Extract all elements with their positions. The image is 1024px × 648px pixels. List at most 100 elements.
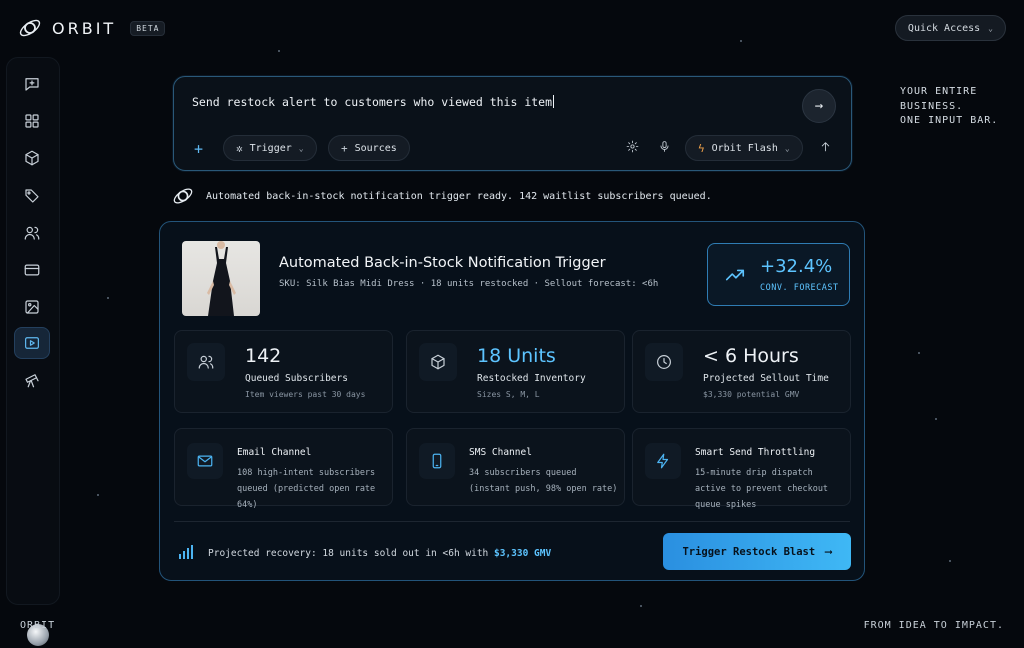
model-selector[interactable]: ϟ Orbit Flash ⌄ <box>685 135 803 161</box>
stat-label: Restocked Inventory <box>477 373 586 384</box>
icon-box <box>187 343 225 381</box>
settings-icon <box>626 140 639 153</box>
microphone-button[interactable] <box>658 140 671 156</box>
stat-value: < 6 Hours <box>703 345 799 367</box>
telescope-icon <box>25 374 39 388</box>
trigger-dropdown[interactable]: ✲ Trigger ⌄ <box>223 135 317 161</box>
tagline-line: YOUR ENTIRE <box>900 86 978 97</box>
sidebar-item-customers[interactable] <box>14 217 50 249</box>
arrow-right-icon: ⟶ <box>825 545 832 558</box>
star <box>949 560 951 562</box>
channel-title: Smart Send Throttling <box>695 447 816 458</box>
stat-label: Queued Subscribers <box>245 373 348 384</box>
sidebar-item-media[interactable] <box>14 291 50 323</box>
command-input-bar: Send restock alert to customers who view… <box>173 76 852 171</box>
prompt-input[interactable]: Send restock alert to customers who view… <box>192 95 555 109</box>
play-icon <box>25 337 39 349</box>
sources-label: Sources <box>354 142 397 154</box>
sidebar-item-tags[interactable] <box>14 180 50 212</box>
text-caret <box>553 95 555 108</box>
orbit-logo-icon <box>173 188 193 204</box>
sources-button[interactable]: + Sources <box>328 135 410 161</box>
stat-detail: $3,330 potential GMV <box>703 390 800 399</box>
hero-tagline: YOUR ENTIRE BUSINESS. ONE INPUT BAR. <box>900 85 998 129</box>
stat-value: 142 <box>245 345 282 367</box>
cube-icon <box>25 150 39 166</box>
icon-box <box>645 343 683 381</box>
star <box>278 50 280 52</box>
microphone-icon <box>660 141 669 152</box>
channel-description: 15-minute drip dispatch active to preven… <box>695 468 829 510</box>
sidebar-item-payments[interactable] <box>14 254 50 286</box>
quick-access-button[interactable]: Quick Access ⌄ <box>894 15 1006 41</box>
cube-icon <box>431 354 445 370</box>
prompt-text: Send restock alert to customers who view… <box>192 95 553 109</box>
grid-icon <box>25 114 39 128</box>
clock-icon <box>657 355 671 369</box>
card-title: Automated Back-in-Stock Notification Tri… <box>279 255 606 271</box>
add-attachment-button[interactable]: + <box>194 140 203 158</box>
submit-up-button[interactable] <box>819 140 832 156</box>
sidebar-item-dashboard[interactable] <box>14 105 50 137</box>
star <box>640 605 642 607</box>
projection-label: Projected recovery: 18 units sold out in… <box>208 548 494 559</box>
stat-detail: Sizes S, M, L <box>477 390 540 399</box>
gear-icon: ✲ <box>236 141 243 155</box>
mail-icon <box>197 455 213 467</box>
sidebar-item-products[interactable] <box>14 142 50 174</box>
star <box>935 418 937 420</box>
brand[interactable]: ORBIT BETA <box>18 16 166 40</box>
product-image <box>182 241 260 316</box>
arrow-right-icon: → <box>814 98 824 114</box>
sidebar-item-explore[interactable] <box>14 364 50 396</box>
channel-description: 108 high-intent subscribers queued (pred… <box>237 468 376 510</box>
users-icon <box>198 355 214 369</box>
tag-icon <box>25 189 39 203</box>
channel-title: SMS Channel <box>469 447 532 458</box>
icon-box <box>419 343 457 381</box>
bolt-icon <box>657 453 669 469</box>
status-line: Automated back-in-stock notification tri… <box>172 185 712 207</box>
plus-icon: + <box>194 140 204 158</box>
arrow-up-icon <box>821 142 830 152</box>
lightning-icon: ϟ <box>698 141 705 155</box>
orbit-logo-icon <box>19 19 41 37</box>
channel-card-email: Email Channel 108 high-intent subscriber… <box>174 428 393 510</box>
chat-plus-icon <box>25 78 39 91</box>
channel-card-throttling: Smart Send Throttling 15-minute drip dis… <box>632 428 851 510</box>
stat-value: 18 Units <box>477 345 556 367</box>
send-button[interactable]: → <box>802 89 836 123</box>
icon-box <box>645 443 681 479</box>
beta-badge: BETA <box>130 20 166 36</box>
brand-name: ORBIT <box>52 18 117 38</box>
divider <box>174 521 850 522</box>
icon-box <box>419 443 455 479</box>
star <box>107 297 109 299</box>
sidebar <box>6 57 60 646</box>
tagline-line: BUSINESS. <box>900 100 964 112</box>
channel-card-sms: SMS Channel 34 subscribers queued (insta… <box>406 428 625 506</box>
conversion-value: +32.4% <box>760 256 833 277</box>
chevron-down-icon: ⌄ <box>298 143 304 153</box>
channel-title: Email Channel <box>237 447 312 458</box>
trigger-button-label: Trigger Restock Blast <box>682 545 816 558</box>
image-icon <box>25 300 39 314</box>
tagline-line: ONE INPUT BAR. <box>900 115 999 126</box>
status-message: Automated back-in-stock notification tri… <box>206 190 712 202</box>
stat-card-sellout: < 6 Hours Projected Sellout Time $3,330 … <box>632 330 851 413</box>
settings-button[interactable] <box>626 140 639 156</box>
star <box>918 352 920 354</box>
trending-up-icon <box>725 269 745 281</box>
card-subtitle: SKU: Silk Bias Midi Dress · 18 units res… <box>279 279 659 289</box>
footer-tagline: FROM IDEA TO IMPACT. <box>863 620 1004 631</box>
sidebar-item-chat[interactable] <box>14 68 50 100</box>
chevron-down-icon: ⌄ <box>784 143 790 153</box>
phone-icon <box>432 453 442 469</box>
card-icon <box>24 264 40 276</box>
chevron-down-icon: ⌄ <box>988 23 993 33</box>
trigger-restock-blast-button[interactable]: Trigger Restock Blast ⟶ <box>663 533 851 570</box>
sidebar-item-automations[interactable] <box>14 327 50 359</box>
stat-card-inventory: 18 Units Restocked Inventory Sizes S, M,… <box>406 330 625 413</box>
projection-gmv: $3,330 GMV <box>493 548 552 559</box>
projection-text: Projected recovery: 18 units sold out in… <box>208 548 551 559</box>
